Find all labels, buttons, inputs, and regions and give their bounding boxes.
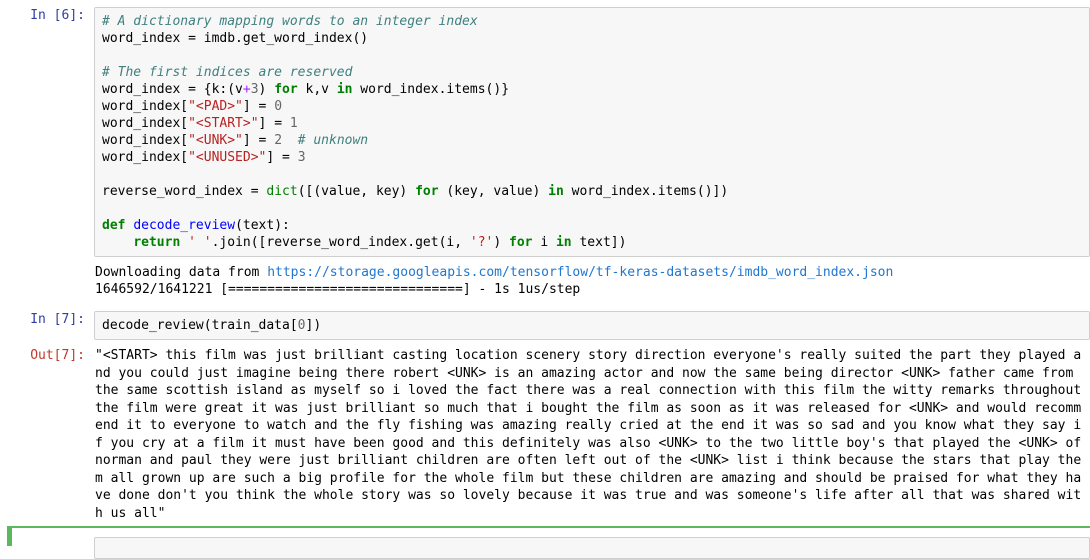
code-token-n: 3	[297, 150, 306, 165]
between-cells-spacer	[0, 298, 1090, 311]
code-token-c: # unknown	[297, 133, 369, 148]
download-line: Downloading data from https://storage.go…	[94, 264, 1090, 281]
code-token-n: 1	[289, 116, 298, 131]
in-prompt-6[interactable]: In [6]:	[0, 7, 94, 24]
jupyter-notebook-area: In [6]: # A dictionary mapping words to …	[0, 0, 1090, 559]
code-token-nf: decode_review	[133, 218, 236, 233]
in-prompt-7[interactable]: In [7]:	[0, 311, 94, 328]
code-token-k: in	[555, 235, 572, 250]
code-token-s: "<UNK>"	[188, 133, 243, 148]
code-token-k: for	[415, 184, 439, 199]
result-spacer-7	[0, 340, 1090, 347]
code-editor-next[interactable]	[94, 537, 1090, 559]
code-token-c: # The first indices are reserved	[102, 65, 353, 80]
code-token-c: # A dictionary mapping words to an integ…	[102, 14, 478, 29]
selected-cell-indicator	[7, 526, 12, 546]
code-token-s: "<PAD>"	[188, 99, 243, 114]
decoded-review-text: "<START> this film was just brilliant ca…	[95, 348, 1089, 521]
code-token-k: in	[336, 82, 353, 97]
code-token-s: "<START>"	[188, 116, 259, 131]
code-token-n: 3	[250, 82, 259, 97]
code-token-s: '?'	[469, 235, 494, 250]
download-text: Downloading data from	[95, 265, 268, 280]
code-token-n: 0	[297, 318, 306, 333]
code-token-s: "<UNUSED>"	[188, 150, 267, 165]
cell-output-spacer-6	[0, 257, 1090, 264]
dataset-url-link[interactable]: https://storage.googleapis.com/tensorflo…	[267, 265, 893, 280]
code-token-op: +	[242, 82, 251, 97]
code-token-k: def	[102, 218, 126, 233]
selected-cell-top-rule	[7, 526, 1090, 528]
code-editor-in-7[interactable]: decode_review(train_data[0])	[94, 311, 1090, 340]
code-token-s: ' '	[188, 235, 212, 250]
source-code-in-7[interactable]: decode_review(train_data[0])	[102, 317, 1085, 334]
result-output-body: "<START> this film was just brilliant ca…	[94, 347, 1090, 522]
progress-bar-line: 1646592/1641221 [=======================…	[95, 282, 581, 297]
code-token-k: in	[548, 184, 564, 199]
code-token-nb: dict	[266, 184, 298, 199]
selected-empty-code-cell[interactable]	[0, 522, 1090, 559]
source-code-in-6[interactable]: # A dictionary mapping words to an integ…	[102, 13, 1085, 251]
result-cell-out-7: Out[7]: "<START> this film was just bril…	[0, 347, 1090, 522]
code-token-k: return	[133, 235, 181, 250]
stream-output-body: Downloading data from https://storage.go…	[94, 264, 1090, 298]
code-cell-in-7[interactable]: In [7]: decode_review(train_data[0])	[0, 311, 1090, 340]
top-spacer	[0, 0, 1090, 7]
out-prompt-7[interactable]: Out[7]:	[0, 347, 94, 364]
stream-output-cell-6: Downloading data from https://storage.go…	[0, 264, 1090, 298]
code-token-n: 0	[274, 99, 283, 114]
code-token-k: for	[509, 235, 533, 250]
code-cell-in-6[interactable]: In [6]: # A dictionary mapping words to …	[0, 7, 1090, 257]
code-token-k: for	[274, 82, 298, 97]
code-editor-in-6[interactable]: # A dictionary mapping words to an integ…	[94, 7, 1090, 257]
code-token-n: 2	[274, 133, 283, 148]
